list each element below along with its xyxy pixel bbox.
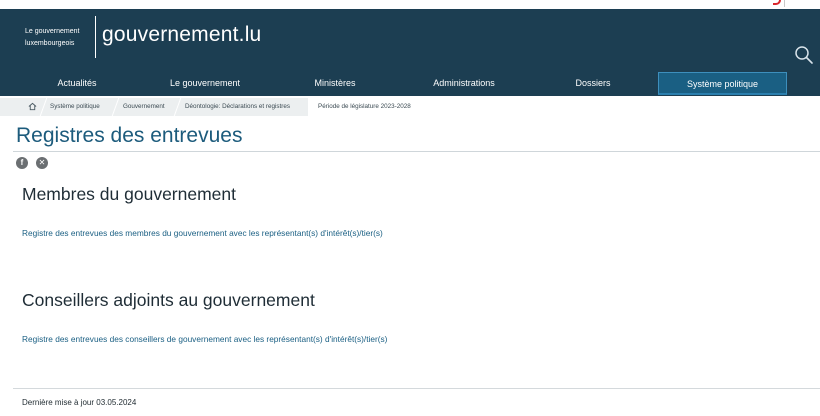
link-registre-conseillers[interactable]: Registre des entrevues des conseillers d… — [22, 334, 387, 344]
nav-item-le-gouvernement[interactable]: Le gouvernement — [150, 72, 260, 95]
nav-item-systeme-politique[interactable]: Système politique — [658, 72, 787, 95]
link-registre-membres[interactable]: Registre des entrevues des membres du go… — [22, 228, 383, 238]
home-icon[interactable] — [28, 102, 37, 111]
site-name[interactable]: gouvernement.lu — [102, 23, 261, 47]
logo-divider — [95, 16, 96, 58]
gov-logo-line2: luxembourgeois — [25, 40, 75, 47]
nav-item-ministeres[interactable]: Ministères — [280, 72, 390, 95]
main-nav: Actualités Le gouvernement Ministères Ad… — [0, 72, 820, 95]
site-header: Le gouvernement luxembourgeois gouvernem… — [0, 9, 820, 96]
section-title-conseillers: Conseillers adjoints au gouvernement — [22, 290, 315, 310]
footer-divider — [13, 388, 820, 389]
breadcrumb-item-deontologie[interactable]: Déontologie: Déclarations et registres — [185, 98, 290, 116]
breadcrumb-item-systeme-politique[interactable]: Système politique — [50, 98, 100, 116]
gov-logo-text[interactable]: Le gouvernement luxembourgeois — [25, 26, 95, 50]
x-icon[interactable]: ✕ — [36, 157, 48, 169]
nav-item-administrations[interactable]: Administrations — [408, 72, 520, 95]
top-strip — [0, 0, 820, 9]
last-updated: Dernière mise à jour 03.05.2024 — [22, 398, 137, 407]
search-icon[interactable] — [794, 45, 814, 65]
section-title-membres: Membres du gouvernement — [22, 184, 236, 204]
title-divider — [13, 151, 820, 152]
nav-item-dossiers[interactable]: Dossiers — [538, 72, 648, 95]
facebook-icon[interactable]: f — [16, 157, 28, 169]
brand-mark-icon — [773, 0, 781, 5]
page-title: Registres des entrevues — [16, 124, 243, 147]
breadcrumb-item-current: Période de législature 2023-2028 — [318, 103, 411, 110]
breadcrumb-item-gouvernement[interactable]: Gouvernement — [123, 98, 165, 116]
breadcrumb: Système politique Gouvernement Déontolog… — [0, 96, 820, 118]
gov-logo-line1: Le gouvernement — [25, 28, 80, 35]
nav-item-actualites[interactable]: Actualités — [22, 72, 132, 95]
top-separator — [784, 0, 785, 7]
